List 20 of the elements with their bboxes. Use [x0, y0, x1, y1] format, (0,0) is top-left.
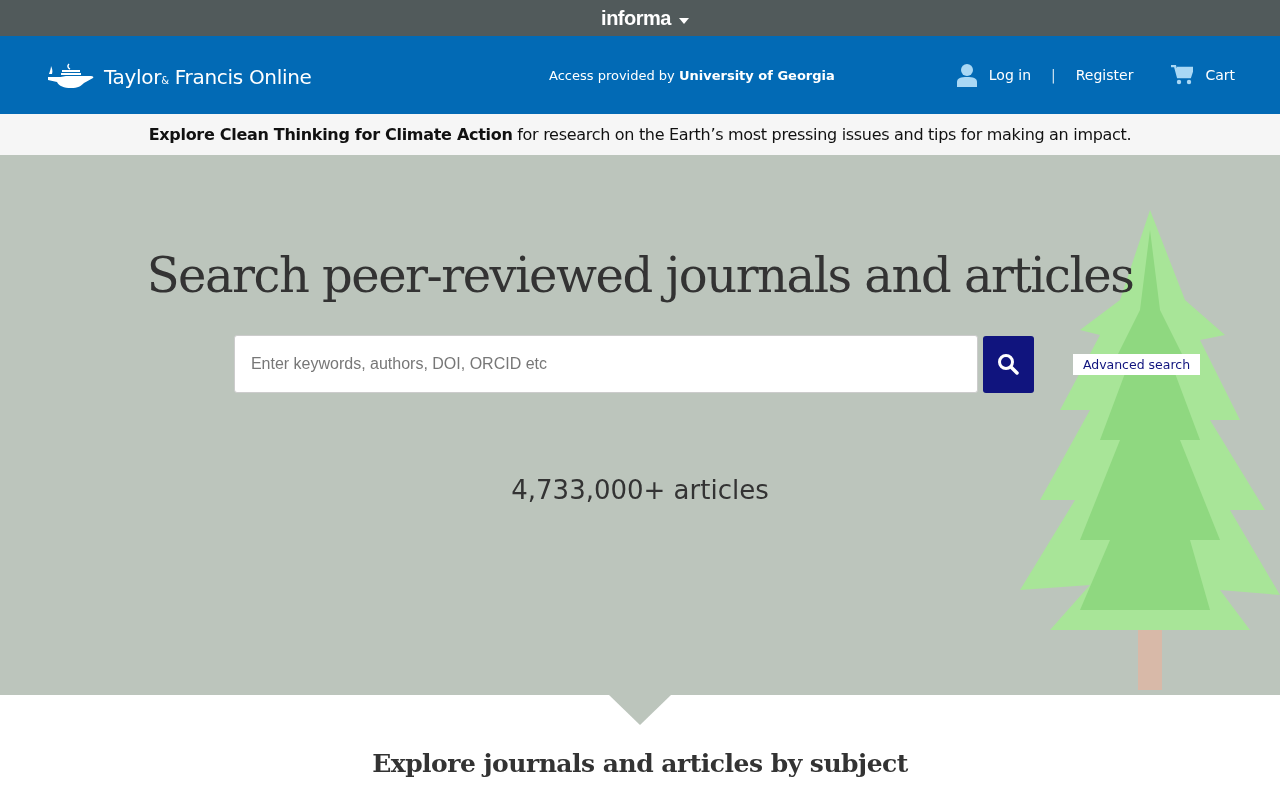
lamp-icon — [46, 61, 96, 89]
cart-icon — [1171, 65, 1194, 85]
advanced-search-link[interactable]: Advanced search — [1072, 353, 1201, 375]
login-link[interactable]: Log in — [988, 67, 1032, 83]
search-icon — [997, 353, 1020, 375]
access-text: Access provided by University of Georgia — [549, 67, 835, 83]
user-icon — [956, 63, 977, 87]
search-button[interactable] — [982, 335, 1034, 393]
site-logo[interactable]: Taylor& Francis Online — [46, 61, 346, 89]
announcement-text: Explore Clean Thinking for Climate Action for research on the Earth’s most pressing issues and tips for making an impact. — [148, 125, 1132, 144]
informa-menu-button[interactable]: informa — [601, 6, 689, 30]
search-field[interactable]: Enter keywords, authors, DOI, ORCID etc — [233, 335, 978, 393]
caret-icon — [678, 18, 689, 24]
separator-text: | — [1051, 67, 1056, 83]
register-link[interactable]: Register — [1075, 67, 1134, 83]
logo-text: Taylor& Francis Online — [104, 65, 312, 89]
section-title: Explore journals and articles by subject — [371, 749, 909, 778]
cart-link[interactable]: Cart — [1205, 67, 1235, 83]
hero-title: Search peer-reviewed journals and articles — [146, 247, 1134, 303]
article-count: 4,733,000+ articles — [511, 475, 769, 505]
